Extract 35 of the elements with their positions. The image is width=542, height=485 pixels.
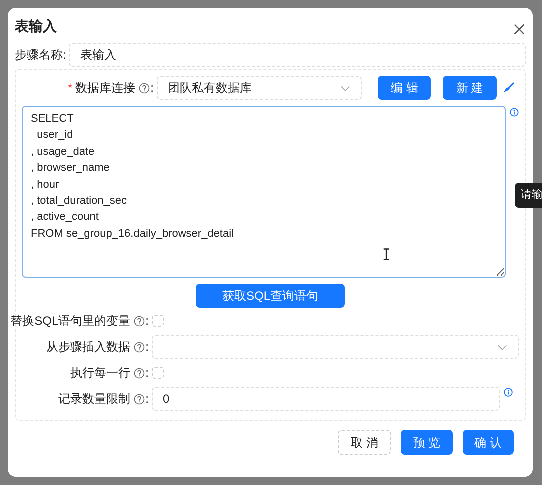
colon: : <box>146 313 149 330</box>
text-field[interactable]: 表输入 <box>69 43 526 67</box>
field-label: 步骤名称: <box>15 47 66 64</box>
help-icon[interactable] <box>134 394 145 404</box>
colon: : <box>146 365 149 382</box>
info-icon <box>504 388 513 396</box>
field-label: 替换SQL语句里的变量 <box>10 313 131 330</box>
checkbox[interactable] <box>152 367 164 379</box>
colon: : <box>146 339 149 356</box>
required-mark: * <box>68 80 73 97</box>
brush-icon[interactable] <box>502 82 515 94</box>
checkbox[interactable] <box>152 315 164 327</box>
select-field[interactable]: 团队私有数据库 <box>157 76 362 100</box>
action-button[interactable]: 编 辑 <box>378 76 432 100</box>
colon: : <box>150 80 154 97</box>
help-icon[interactable] <box>134 368 145 378</box>
help-icon[interactable] <box>138 82 150 94</box>
field-label: 执行每一行 <box>70 365 131 382</box>
action-button[interactable]: 新 建 <box>443 76 497 100</box>
field-label: 记录数量限制 <box>58 391 131 408</box>
select-field[interactable] <box>152 335 519 359</box>
footer-button[interactable]: 确 认 <box>462 430 514 455</box>
help-icon[interactable] <box>134 316 145 326</box>
number-field[interactable]: 0 <box>152 387 500 411</box>
info-icon <box>510 108 519 117</box>
help-icon[interactable] <box>134 342 145 352</box>
field-label: 数据库连接 <box>76 80 136 97</box>
footer-button[interactable]: 取 消 <box>338 430 392 455</box>
field-label: 从步骤插入数据 <box>46 339 131 356</box>
footer-button[interactable]: 预 览 <box>401 430 453 455</box>
text-cursor-icon <box>383 248 390 261</box>
get-sql-button[interactable]: 获取SQL查询语句 <box>196 284 345 308</box>
colon: : <box>146 391 149 408</box>
dialog-title: 表输入 <box>15 17 57 36</box>
sql-editor[interactable]: SELECT user_id , usage_date , browser_name , hour , total_duration_sec , active_count FROM se_group_16.daily_browser_detail <box>22 106 506 278</box>
